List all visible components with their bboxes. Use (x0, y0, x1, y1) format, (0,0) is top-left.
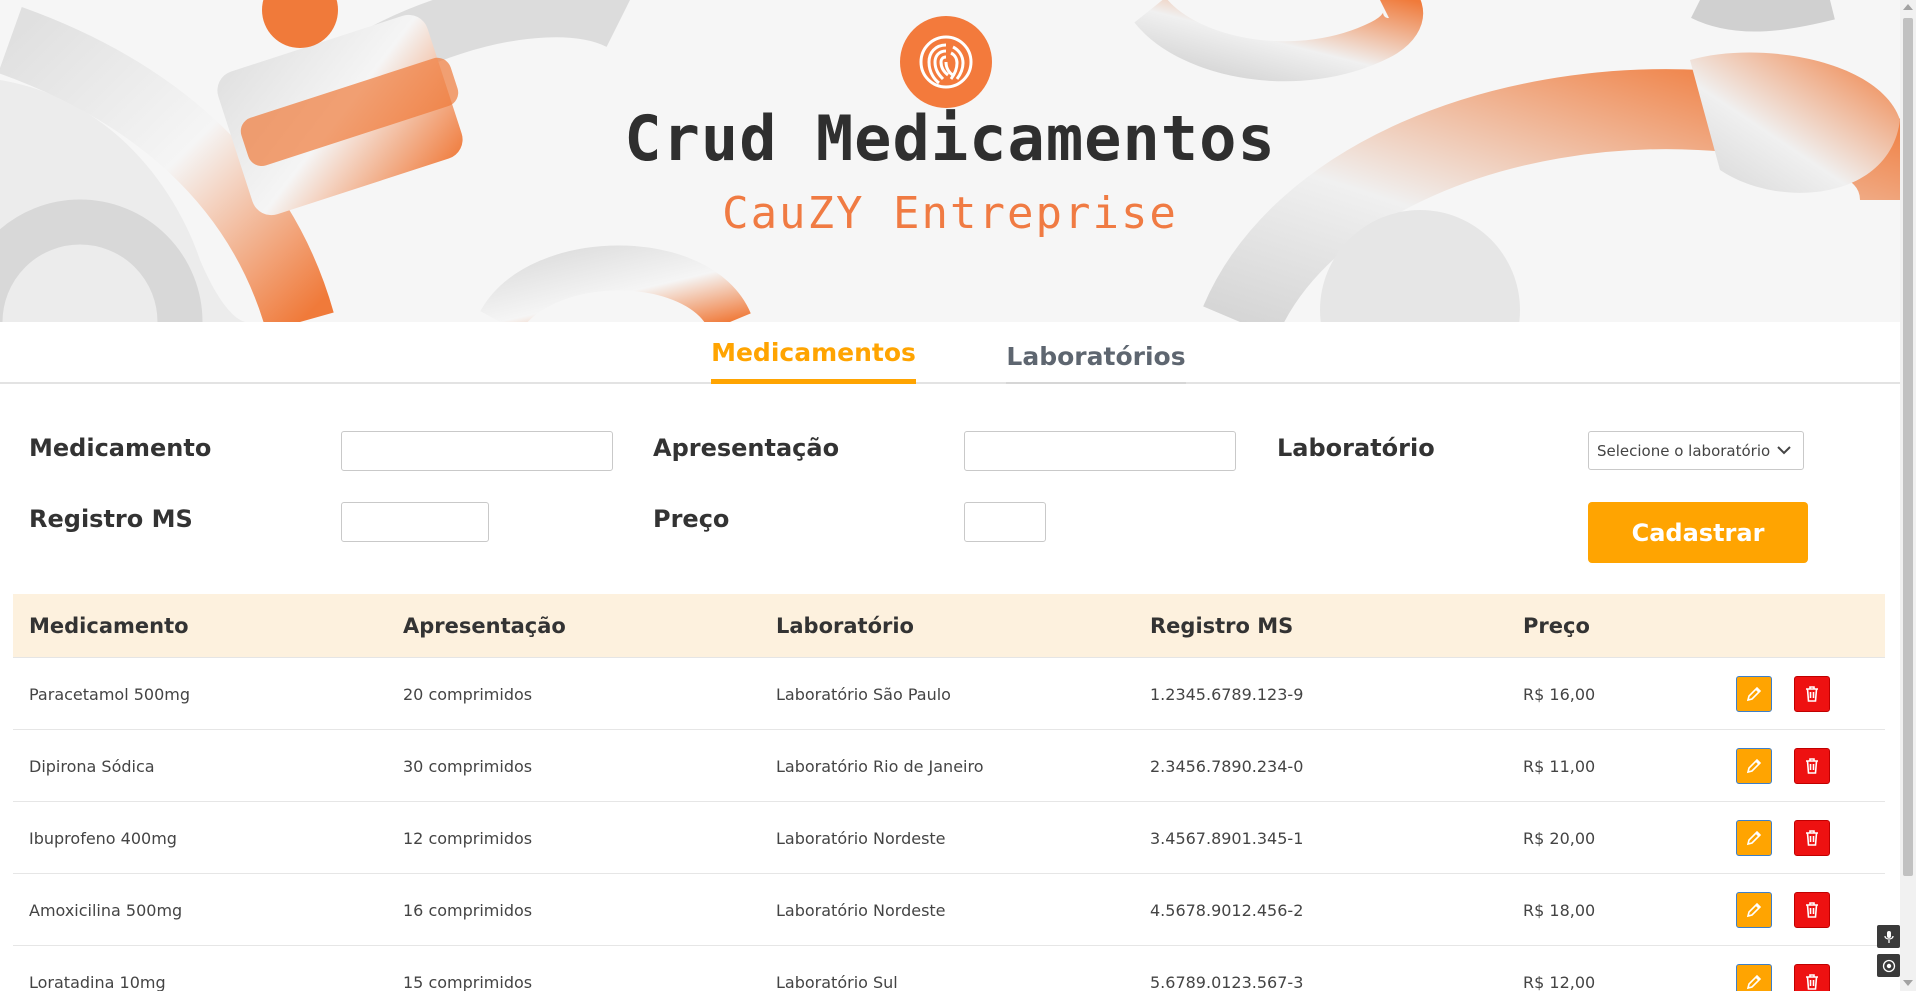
table-row: Dipirona Sódica 30 comprimidos Laboratór… (13, 730, 1885, 802)
laboratorio-select-value: Selecione o laboratório (1597, 441, 1771, 460)
laboratorio-label: Laboratório (1277, 434, 1435, 462)
delete-button[interactable] (1794, 964, 1830, 991)
microphone-icon (1883, 930, 1894, 943)
target-button[interactable] (1877, 954, 1900, 977)
registro-input[interactable] (341, 502, 489, 542)
cell-apresentacao: 15 comprimidos (403, 972, 533, 991)
column-header-preco: Preço (1523, 614, 1590, 638)
pencil-icon (1746, 902, 1762, 918)
column-header-registro: Registro MS (1150, 614, 1294, 638)
delete-button[interactable] (1794, 892, 1830, 928)
medicamento-label: Medicamento (29, 434, 212, 462)
table-row: Ibuprofeno 400mg 12 comprimidos Laborató… (13, 802, 1885, 874)
app-title: Crud Medicamentos (624, 102, 1276, 175)
cell-preco: R$ 12,00 (1523, 972, 1596, 991)
edit-button[interactable] (1736, 676, 1772, 712)
trash-icon (1806, 974, 1818, 990)
registro-label: Registro MS (29, 505, 193, 533)
table-row: Amoxicilina 500mg 16 comprimidos Laborat… (13, 874, 1885, 946)
cell-registro: 1.2345.6789.123-9 (1150, 684, 1304, 704)
medicamento-input[interactable] (341, 431, 613, 471)
edit-button[interactable] (1736, 964, 1772, 991)
table-row: Loratadina 10mg 15 comprimidos Laboratór… (13, 946, 1885, 991)
table-row: Paracetamol 500mg 20 comprimidos Laborat… (13, 658, 1885, 730)
pencil-icon (1746, 830, 1762, 846)
apresentacao-input[interactable] (964, 431, 1236, 471)
cell-medicamento: Ibuprofeno 400mg (29, 828, 177, 848)
table-header: Medicamento Apresentação Laboratório Reg… (13, 594, 1885, 658)
trash-icon (1806, 902, 1818, 918)
cell-medicamento: Dipirona Sódica (29, 756, 155, 776)
delete-button[interactable] (1794, 748, 1830, 784)
pencil-icon (1746, 974, 1762, 990)
scroll-up-arrow-icon[interactable] (1903, 4, 1913, 10)
pencil-icon (1746, 758, 1762, 774)
tab-laboratorios[interactable]: Laboratórios (1006, 322, 1186, 384)
fingerprint-icon (900, 16, 992, 108)
cell-laboratorio: Laboratório Nordeste (776, 900, 946, 920)
cell-laboratorio: Laboratório São Paulo (776, 684, 951, 704)
scroll-down-arrow-icon[interactable] (1903, 980, 1913, 986)
delete-button[interactable] (1794, 820, 1830, 856)
cell-medicamento: Paracetamol 500mg (29, 684, 191, 704)
cell-laboratorio: Laboratório Nordeste (776, 828, 946, 848)
tab-medicamentos[interactable]: Medicamentos (711, 322, 916, 384)
preco-label: Preço (653, 505, 730, 533)
cell-apresentacao: 12 comprimidos (403, 828, 533, 848)
tab-bar: Medicamentos Laboratórios (0, 322, 1900, 384)
column-header-apresentacao: Apresentação (403, 614, 566, 638)
page: Crud Medicamentos CauZY Entreprise Medic… (0, 0, 1916, 991)
preco-input[interactable] (964, 502, 1046, 542)
cell-preco: R$ 16,00 (1523, 684, 1596, 704)
cell-laboratorio: Laboratório Sul (776, 972, 898, 991)
trash-icon (1806, 830, 1818, 846)
cell-medicamento: Amoxicilina 500mg (29, 900, 183, 920)
column-header-laboratorio: Laboratório (776, 614, 914, 638)
cell-registro: 2.3456.7890.234-0 (1150, 756, 1304, 776)
cell-registro: 4.5678.9012.456-2 (1150, 900, 1304, 920)
target-icon (1882, 959, 1895, 972)
cell-preco: R$ 11,00 (1523, 756, 1596, 776)
trash-icon (1806, 686, 1818, 702)
trash-icon (1806, 758, 1818, 774)
cell-registro: 3.4567.8901.345-1 (1150, 828, 1304, 848)
medicamentos-table: Medicamento Apresentação Laboratório Reg… (13, 594, 1885, 991)
cell-preco: R$ 18,00 (1523, 900, 1596, 920)
cadastrar-button[interactable]: Cadastrar (1588, 502, 1808, 563)
scrollbar-thumb[interactable] (1903, 18, 1913, 876)
column-header-medicamento: Medicamento (29, 614, 189, 638)
microphone-button[interactable] (1877, 925, 1900, 948)
delete-button[interactable] (1794, 676, 1830, 712)
chevron-down-icon (1777, 446, 1791, 455)
cell-apresentacao: 30 comprimidos (403, 756, 533, 776)
apresentacao-label: Apresentação (653, 434, 840, 462)
edit-button[interactable] (1736, 892, 1772, 928)
cell-medicamento: Loratadina 10mg (29, 972, 166, 991)
edit-button[interactable] (1736, 748, 1772, 784)
cell-registro: 5.6789.0123.567-3 (1150, 972, 1304, 991)
app-subtitle: CauZY Entreprise (722, 188, 1178, 239)
pencil-icon (1746, 686, 1762, 702)
cell-laboratorio: Laboratório Rio de Janeiro (776, 756, 984, 776)
cell-apresentacao: 20 comprimidos (403, 684, 533, 704)
laboratorio-select[interactable]: Selecione o laboratório (1588, 431, 1804, 470)
cell-preco: R$ 20,00 (1523, 828, 1596, 848)
vertical-scrollbar[interactable] (1900, 0, 1916, 991)
cell-apresentacao: 16 comprimidos (403, 900, 533, 920)
header-banner: Crud Medicamentos CauZY Entreprise (0, 0, 1900, 322)
edit-button[interactable] (1736, 820, 1772, 856)
